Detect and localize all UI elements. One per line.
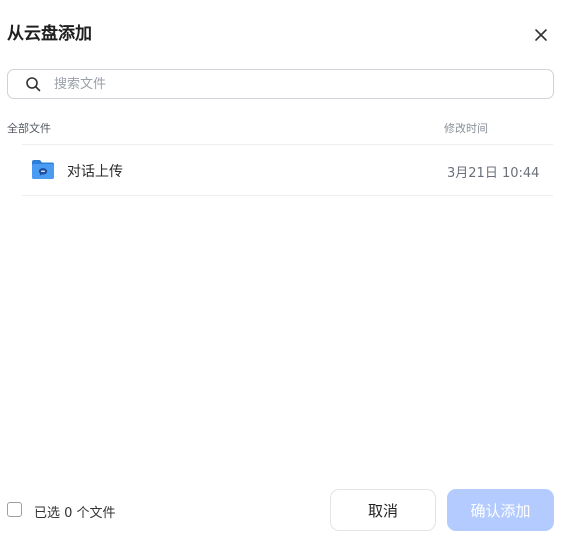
selected-count-label: 已选 0 个文件 [34,506,116,521]
file-modified-time: 3月21日 10:44 [447,166,540,181]
file-name: 对话上传 [67,164,123,180]
file-row-chat-uploads[interactable]: 对话上传 3月21日 10:44 [22,145,553,195]
folder-chat-icon [32,160,54,179]
close-button[interactable] [530,24,552,46]
search-input[interactable] [54,74,534,94]
row-divider [22,195,553,196]
select-all-checkbox[interactable] [7,502,22,517]
search-box[interactable] [7,69,554,99]
add-from-cloud-dialog: 从云盘添加 全部文件 修改时间 对话上传 3月21日 10:44 已选 0 个文… [0,0,567,555]
list-header: 全部文件 修改时间 [7,116,553,140]
dialog-title: 从云盘添加 [7,24,92,44]
header-modified-time: 修改时间 [444,122,488,135]
search-icon [26,77,41,92]
confirm-add-button[interactable]: 确认添加 [447,489,554,531]
close-icon [535,29,547,41]
header-all-files: 全部文件 [7,122,51,135]
cancel-button[interactable]: 取消 [330,489,436,531]
